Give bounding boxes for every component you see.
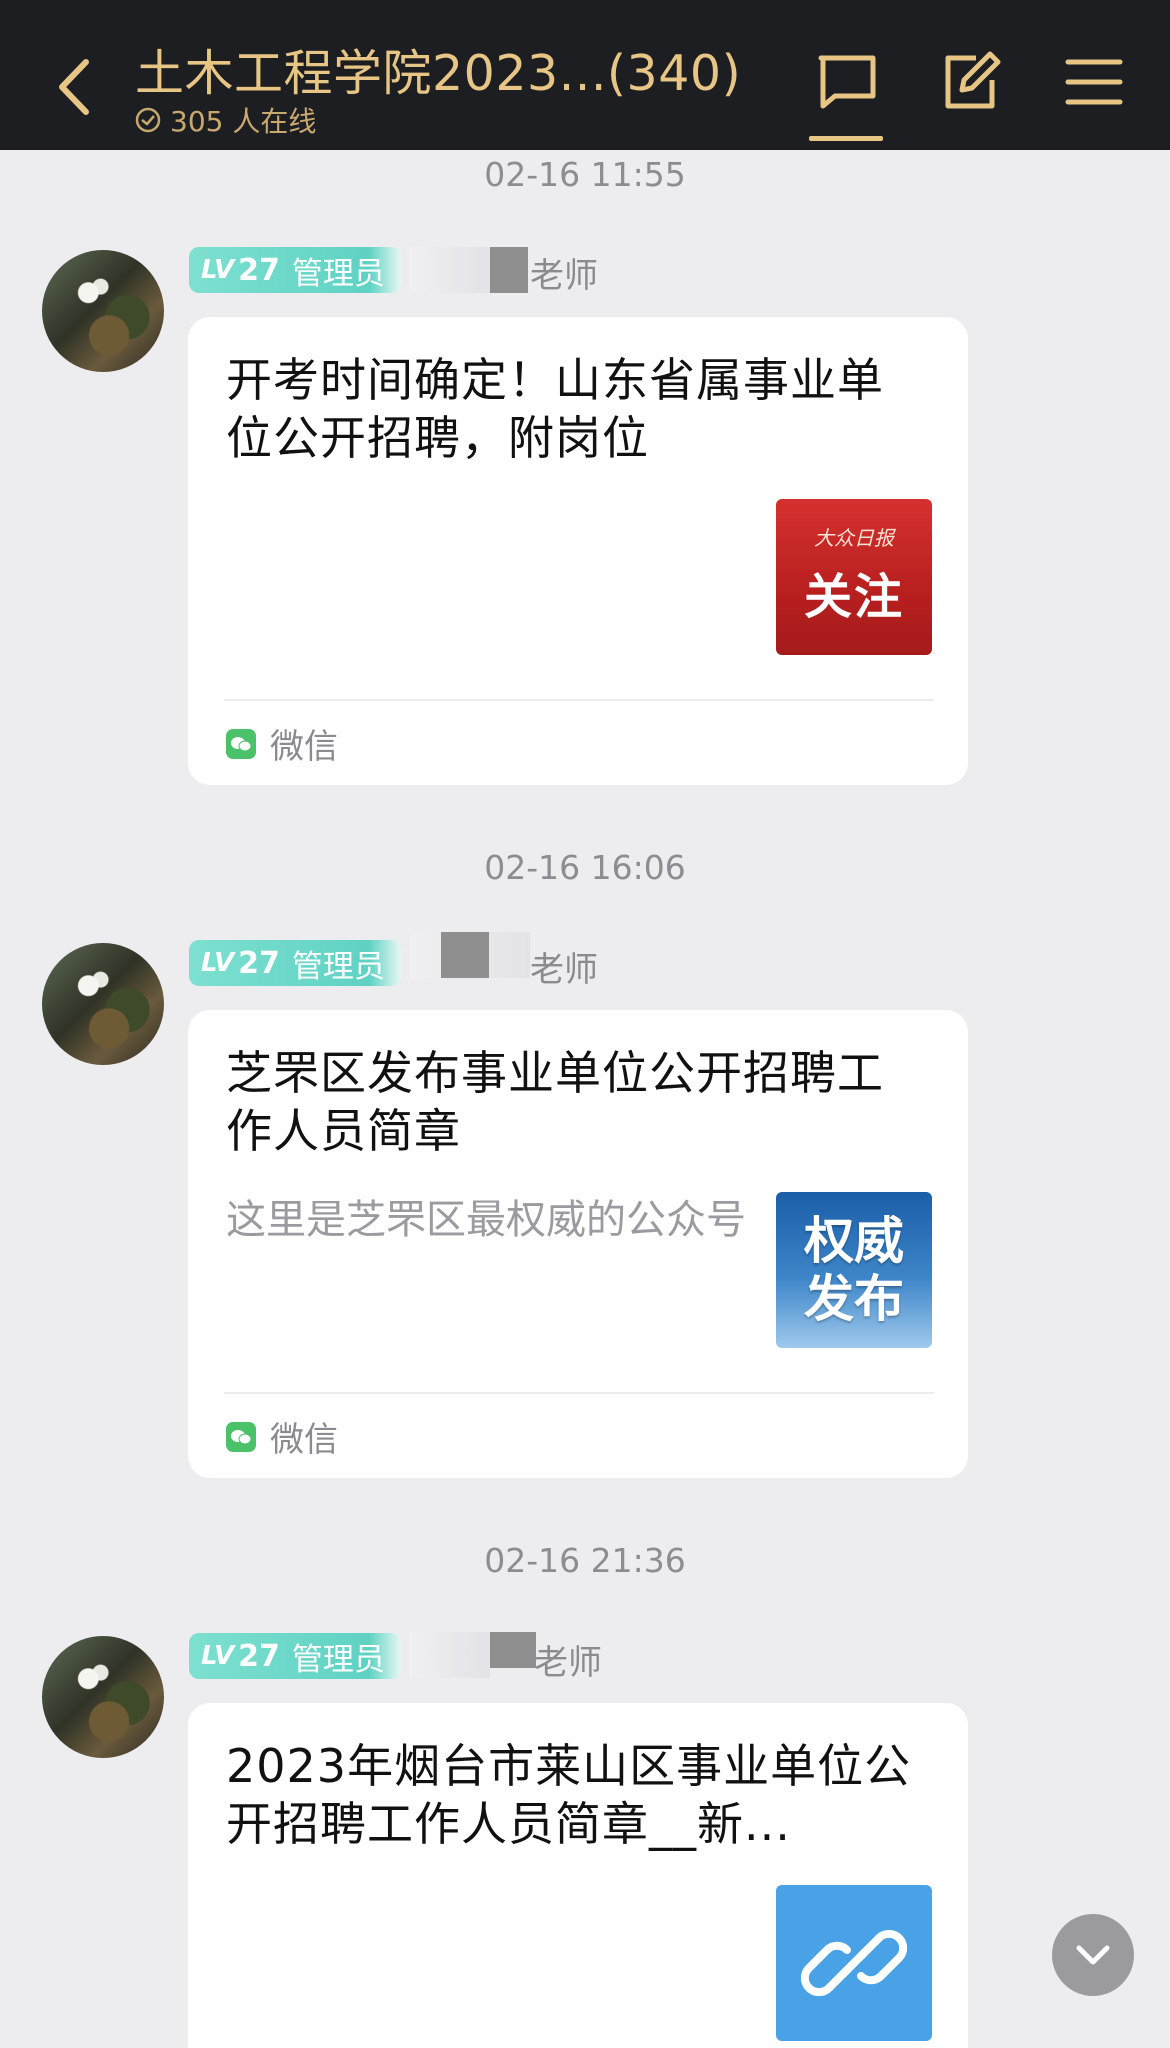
link-card[interactable]: 开考时间确定！山东省属事业单位公开招聘，附岗位 大众日报 关注 微信 — [188, 317, 968, 785]
online-status: 305 人在线 — [134, 100, 316, 140]
card-description: 这里是芝罘区最权威的公众号 — [226, 1197, 746, 1243]
thumbnail-text: 权威发布 — [804, 1212, 904, 1328]
link-card[interactable]: 2023年烟台市莱山区事业单位公开招聘工作人员简章__新... — [188, 1703, 968, 2048]
lv-label: LV — [201, 255, 235, 285]
sender-name[interactable]: 老师 — [534, 1635, 602, 1684]
redacted-name-fade — [410, 1632, 490, 1678]
online-count: 305 人在线 — [170, 105, 317, 138]
wechat-icon — [226, 1421, 256, 1452]
scroll-to-bottom-button[interactable] — [1052, 1914, 1134, 1996]
active-tab-indicator — [809, 136, 883, 141]
level-badge: LV 27 管理员 — [189, 1633, 401, 1679]
redacted-name — [490, 1632, 536, 1668]
message-timestamp: 02-16 16:06 — [484, 848, 686, 887]
message-timestamp: 02-16 21:36 — [484, 1541, 686, 1580]
source-label: 微信 — [270, 727, 338, 767]
card-thumbnail — [776, 1885, 932, 2041]
back-arrow-icon[interactable] — [50, 52, 100, 122]
lv-label: LV — [201, 1641, 235, 1671]
card-title: 2023年烟台市莱山区事业单位公开招聘工作人员简章__新... — [226, 1739, 912, 1851]
edit-icon[interactable] — [940, 50, 1004, 114]
chevron-down-icon — [1076, 1945, 1110, 1965]
avatar[interactable] — [42, 250, 164, 372]
card-thumbnail: 大众日报 关注 — [776, 499, 932, 655]
link-card[interactable]: 芝罘区发布事业单位公开招聘工作人员简章 这里是芝罘区最权威的公众号 权威发布 微… — [188, 1010, 968, 1478]
thumbnail-brand: 大众日报 — [814, 525, 894, 550]
redacted-name — [441, 932, 489, 978]
lv-number: 27 — [238, 1638, 280, 1674]
lv-number: 27 — [238, 945, 280, 981]
card-divider — [224, 1392, 934, 1394]
source-label: 微信 — [270, 1420, 338, 1460]
role-label: 管理员 — [291, 1641, 385, 1678]
chat-header: 土木工程学院2023...(340) 305 人在线 — [0, 0, 1170, 150]
link-icon — [800, 1929, 908, 1997]
thumbnail-text: 关注 — [803, 568, 904, 625]
avatar[interactable] — [42, 1636, 164, 1758]
wechat-icon — [226, 728, 256, 759]
level-badge: LV 27 管理员 — [189, 940, 401, 986]
role-label: 管理员 — [291, 255, 385, 292]
card-title: 芝罘区发布事业单位公开招聘工作人员简章 — [226, 1046, 884, 1158]
sender-name[interactable]: 老师 — [530, 248, 598, 297]
card-thumbnail: 权威发布 — [776, 1192, 932, 1348]
group-title[interactable]: 土木工程学院2023...(340) — [135, 34, 741, 105]
message-timestamp: 02-16 11:55 — [484, 155, 686, 194]
card-title: 开考时间确定！山东省属事业单位公开招聘，附岗位 — [226, 353, 884, 465]
level-badge: LV 27 管理员 — [189, 247, 401, 293]
role-label: 管理员 — [291, 948, 385, 985]
menu-icon[interactable] — [1062, 50, 1126, 114]
redacted-name-fade — [410, 247, 490, 293]
sender-name[interactable]: 老师 — [530, 942, 598, 991]
lv-label: LV — [201, 948, 235, 978]
card-source: 微信 — [226, 1412, 338, 1461]
redacted-name — [490, 247, 528, 293]
check-circle-icon — [135, 107, 161, 133]
card-divider — [224, 699, 934, 701]
card-source: 微信 — [226, 719, 338, 768]
lv-number: 27 — [238, 252, 280, 288]
avatar[interactable] — [42, 943, 164, 1065]
chat-icon[interactable] — [815, 50, 879, 114]
